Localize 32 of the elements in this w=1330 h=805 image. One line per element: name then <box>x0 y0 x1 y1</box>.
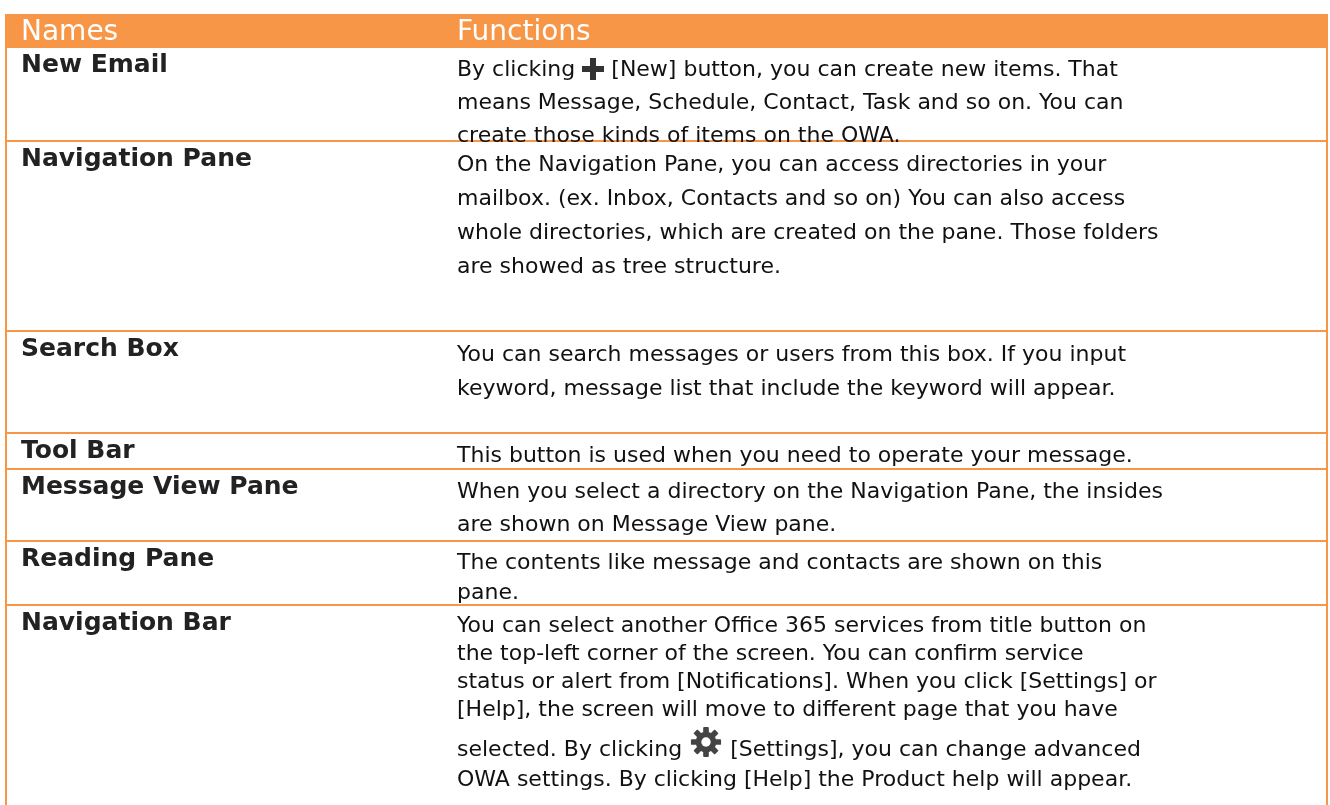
description-text: OWA settings. By clicking [Help] the Product help will appear. <box>457 764 1133 793</box>
description-text: [New] button, you can create new items. That <box>611 55 1118 83</box>
row-name: Reading Pane <box>20 542 216 574</box>
description-text: This button is used when you need to operate your message. <box>457 441 1133 469</box>
gear-icon <box>690 726 723 758</box>
description-text: are shown on Message View pane. <box>457 510 837 538</box>
description-text: are showed as tree structure. <box>457 251 781 280</box>
row-name: Navigation Bar <box>20 606 232 638</box>
description-text: When you select a directory on the Navigation Pane, the insides <box>457 477 1163 505</box>
row-name: Search Box <box>20 332 180 364</box>
description-text: [Settings], you can change advanced <box>730 734 1141 763</box>
plus-icon <box>581 56 606 81</box>
row-name: New Email <box>20 48 169 80</box>
description-text: the top-left corner of the screen. You can confirm service <box>457 638 1084 667</box>
column-header: Names <box>20 13 120 49</box>
description-text: keyword, message list that include the keyword will appear. <box>457 373 1116 402</box>
description-text: means Message, Schedule, Contact, Task and so on. You can <box>457 88 1124 116</box>
description-text: whole directories, which are created on the pane. Those folders <box>457 217 1159 246</box>
description-text: You can select another Office 365 services from title button on <box>457 610 1147 639</box>
description-text: You can search messages or users from this box. If you input <box>457 339 1127 368</box>
description-text: mailbox. (ex. Inbox, Contacts and so on) You can also access <box>457 183 1126 212</box>
description-text: pane. <box>457 577 519 606</box>
description-text: selected. By clicking <box>457 734 683 763</box>
description-text: The contents like message and contacts are shown on this <box>457 547 1103 576</box>
column-header: Functions <box>457 13 592 49</box>
description-text: By clicking <box>457 55 576 83</box>
row-name: Tool Bar <box>20 434 136 466</box>
row-name: Navigation Pane <box>20 142 253 174</box>
description-text: [Help], the screen will move to different page that you have <box>457 694 1118 723</box>
row-name: Message View Pane <box>20 470 300 502</box>
description-text: status or alert from [Notifications]. When you click [Settings] or <box>457 666 1157 695</box>
description-text: On the Navigation Pane, you can access directories in your <box>457 149 1107 178</box>
